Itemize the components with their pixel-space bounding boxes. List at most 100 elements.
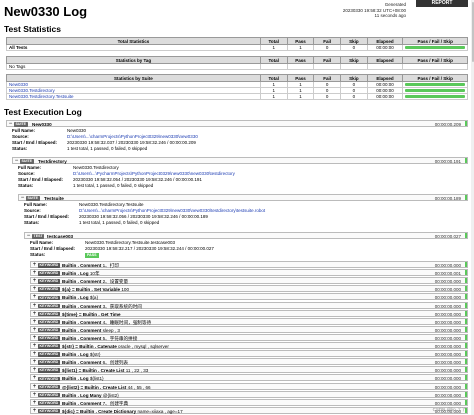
suite-row-new0330[interactable]: − SUITE New0330 00:00:00.209 [6, 120, 468, 127]
col-header-pass[interactable]: Pass [286, 37, 315, 45]
pass-status-stripe [465, 286, 467, 292]
expand-icon[interactable]: + [32, 384, 37, 391]
col-header-elapsed[interactable]: Elapsed [366, 74, 404, 82]
expand-icon[interactable]: + [32, 327, 37, 334]
suite-link-text[interactable]: New0330 [9, 82, 28, 87]
keyword-row[interactable]: + KEYWORD ${str} = Builtin . Catenate orac… [30, 342, 468, 349]
col-header-fail[interactable]: Fail [313, 37, 342, 45]
suite-link-text[interactable]: New0330.Testdirectory.Testsuite [9, 94, 73, 99]
expand-icon[interactable]: + [32, 400, 37, 407]
col-header-skip[interactable]: Skip [340, 56, 368, 64]
keyword-label: KEYWORD [38, 368, 60, 373]
keyword-args: sleep , 3 [102, 327, 120, 333]
keyword-row[interactable]: + KEYWORD Builtin . Log ${a} 00:00:00.000 [30, 293, 468, 301]
expand-icon[interactable]: + [32, 375, 37, 382]
scrollbar-thumb[interactable] [471, 2, 474, 62]
suite-statistics-table: Statistics by Suite Total Pass Fail Skip… [6, 74, 468, 100]
col-header-name[interactable]: Total Statistics [6, 37, 261, 45]
keyword-row[interactable]: + KEYWORD Builtin . Comment 1、打印 00:00:00.0… [30, 261, 468, 268]
col-header-elapsed[interactable]: Elapsed [366, 37, 404, 45]
keyword-row[interactable]: + KEYWORD Builtin . Comment sleep , 3 00:00… [30, 325, 468, 334]
expand-icon[interactable]: + [32, 278, 37, 285]
expand-icon[interactable]: + [32, 270, 37, 277]
expand-icon[interactable]: + [32, 343, 37, 350]
col-header-pass[interactable]: Pass [286, 56, 315, 64]
expand-icon[interactable]: + [32, 392, 37, 399]
collapse-icon[interactable]: − [14, 158, 19, 165]
col-header-graph[interactable]: Pass / Fail / Skip [402, 56, 468, 64]
page-title: New0330 Log [4, 4, 88, 19]
suite-details-testsuite: Full Name: New0330.Testdirectory.Testsui… [24, 202, 462, 228]
keyword-name: Builtin . Log ${str} [62, 351, 101, 358]
keyword-row[interactable]: + KEYWORD ${a} = Builtin . Set Variable 10… [30, 285, 468, 293]
keyword-args: 1、打印 [102, 263, 119, 268]
expand-icon[interactable]: + [32, 351, 37, 358]
stat-elapsed [366, 63, 404, 70]
collapse-icon[interactable]: − [20, 195, 25, 202]
col-header-total[interactable]: Total [259, 37, 288, 45]
suite-row-testsuite[interactable]: − SUITE Testsuite 00:00:00.189 [18, 194, 468, 201]
col-header-graph[interactable]: Pass / Fail / Skip [402, 37, 468, 45]
keyword-row[interactable]: + KEYWORD @{list2} = Builtin . Create List… [30, 382, 468, 391]
col-header-total[interactable]: Total [259, 56, 288, 64]
table-row[interactable]: New0330.Testdirectory.Testsuite 1 1 0 0 … [6, 93, 468, 100]
keyword-row[interactable]: + KEYWORD Builtin . Comment 3、获取系统的时间 00:00… [30, 301, 468, 310]
col-header-skip[interactable]: Skip [340, 37, 368, 45]
pass-status-stripe [465, 195, 467, 200]
suite-row-testdirectory[interactable]: − SUITE Testdirectory 00:00:00.191 [12, 157, 468, 164]
expand-icon[interactable]: + [32, 335, 37, 342]
table-row[interactable]: All Tests 1 1 0 0 00:00:00 [6, 44, 468, 51]
keyword-row[interactable]: + KEYWORD Builtin . Log 10年 00:00:00.001 [30, 269, 468, 277]
report-button[interactable]: REPORT [416, 0, 468, 7]
keyword-label: KEYWORD [38, 376, 60, 382]
col-header-name[interactable]: Statistics by Tag [6, 56, 261, 64]
stat-elapsed: 00:00:00 [366, 93, 404, 100]
collapse-icon[interactable]: − [26, 233, 31, 240]
col-header-total[interactable]: Total [259, 74, 288, 82]
suite-details-testdirectory: Full Name: New0330.Testdirectory Source:… [18, 165, 462, 191]
collapse-icon[interactable]: − [8, 121, 13, 128]
suite-link[interactable]: New0330.Testdirectory.Testsuite [6, 93, 261, 100]
keyword-row[interactable]: + KEYWORD Builtin . Comment 5、字符串的拼接 00:00:… [30, 333, 468, 342]
col-header-skip[interactable]: Skip [340, 74, 368, 82]
expand-icon[interactable]: + [32, 408, 37, 415]
keyword-row[interactable]: + KEYWORD Builtin . Log ${list1} 00:00:00.0… [30, 374, 468, 382]
col-header-fail[interactable]: Fail [313, 56, 342, 64]
expand-icon[interactable]: + [32, 303, 37, 310]
expand-icon[interactable]: + [32, 286, 37, 293]
expand-icon[interactable]: + [32, 319, 37, 326]
keyword-row[interactable]: + KEYWORD ${dic} = Builtin . Create Dictio… [30, 406, 468, 415]
pass-badge: PASS [85, 253, 99, 258]
keyword-elapsed: 00:00:00.000 [434, 344, 461, 349]
expand-icon[interactable]: + [32, 359, 37, 366]
pass-status-stripe [465, 334, 467, 340]
execution-log: − SUITE New0330 00:00:00.209 Full Name: … [6, 120, 468, 415]
expand-icon[interactable]: + [32, 311, 37, 318]
keyword-row[interactable]: + KEYWORD Builtin . Comment 6、创建列表 00:00:00… [30, 358, 468, 366]
keyword-row[interactable]: + KEYWORD Builtin . Comment 2、设置变量 00:00:00… [30, 277, 468, 285]
keyword-row[interactable]: + KEYWORD ${time} = Builtin . Get Time 00:… [30, 309, 468, 318]
keyword-row[interactable]: + KEYWORD Builtin . Comment 4、睡眠时间，强制等待 00:… [30, 317, 468, 326]
status-value: 1 test total, 1 passed, 0 failed, 0 skip… [79, 220, 160, 225]
col-header-name[interactable]: Statistics by Suite [6, 74, 261, 82]
stat-elapsed: 00:00:00 [366, 44, 404, 51]
col-header-graph[interactable]: Pass / Fail / Skip [402, 74, 468, 82]
keyword-call: ${list1} = Builtin . Create List [62, 368, 125, 374]
keyword-row[interactable]: + KEYWORD ${list1} = Builtin . Create List… [30, 366, 468, 374]
keyword-args: 2、设置变量 [102, 279, 129, 285]
expand-icon[interactable]: + [32, 367, 37, 374]
suite-name: New0330 [32, 122, 52, 127]
suite-link-text[interactable]: New0330.Testdirectory [9, 88, 55, 93]
keyword-row[interactable]: + KEYWORD Builtin . Log Many @{list2} 00:00… [30, 390, 468, 399]
col-header-pass[interactable]: Pass [286, 74, 315, 82]
statistics-heading: Test Statistics [4, 24, 62, 34]
keyword-row[interactable]: + KEYWORD Builtin . Log ${str} 00:00:00.000 [30, 350, 468, 358]
col-header-fail[interactable]: Fail [313, 74, 342, 82]
col-header-elapsed[interactable]: Elapsed [366, 56, 404, 64]
test-row-testcase003[interactable]: − TEST testcase003 00:00:00.027 [24, 232, 468, 239]
keyword-row[interactable]: + KEYWORD Builtin . Comment 7、创建字典 00:00:00… [30, 398, 468, 407]
table-header-row: Statistics by Tag Total Pass Fail Skip E… [6, 56, 468, 64]
keyword-call: Builtin . Comment [62, 335, 102, 341]
expand-icon[interactable]: + [32, 262, 37, 269]
expand-icon[interactable]: + [32, 294, 37, 301]
